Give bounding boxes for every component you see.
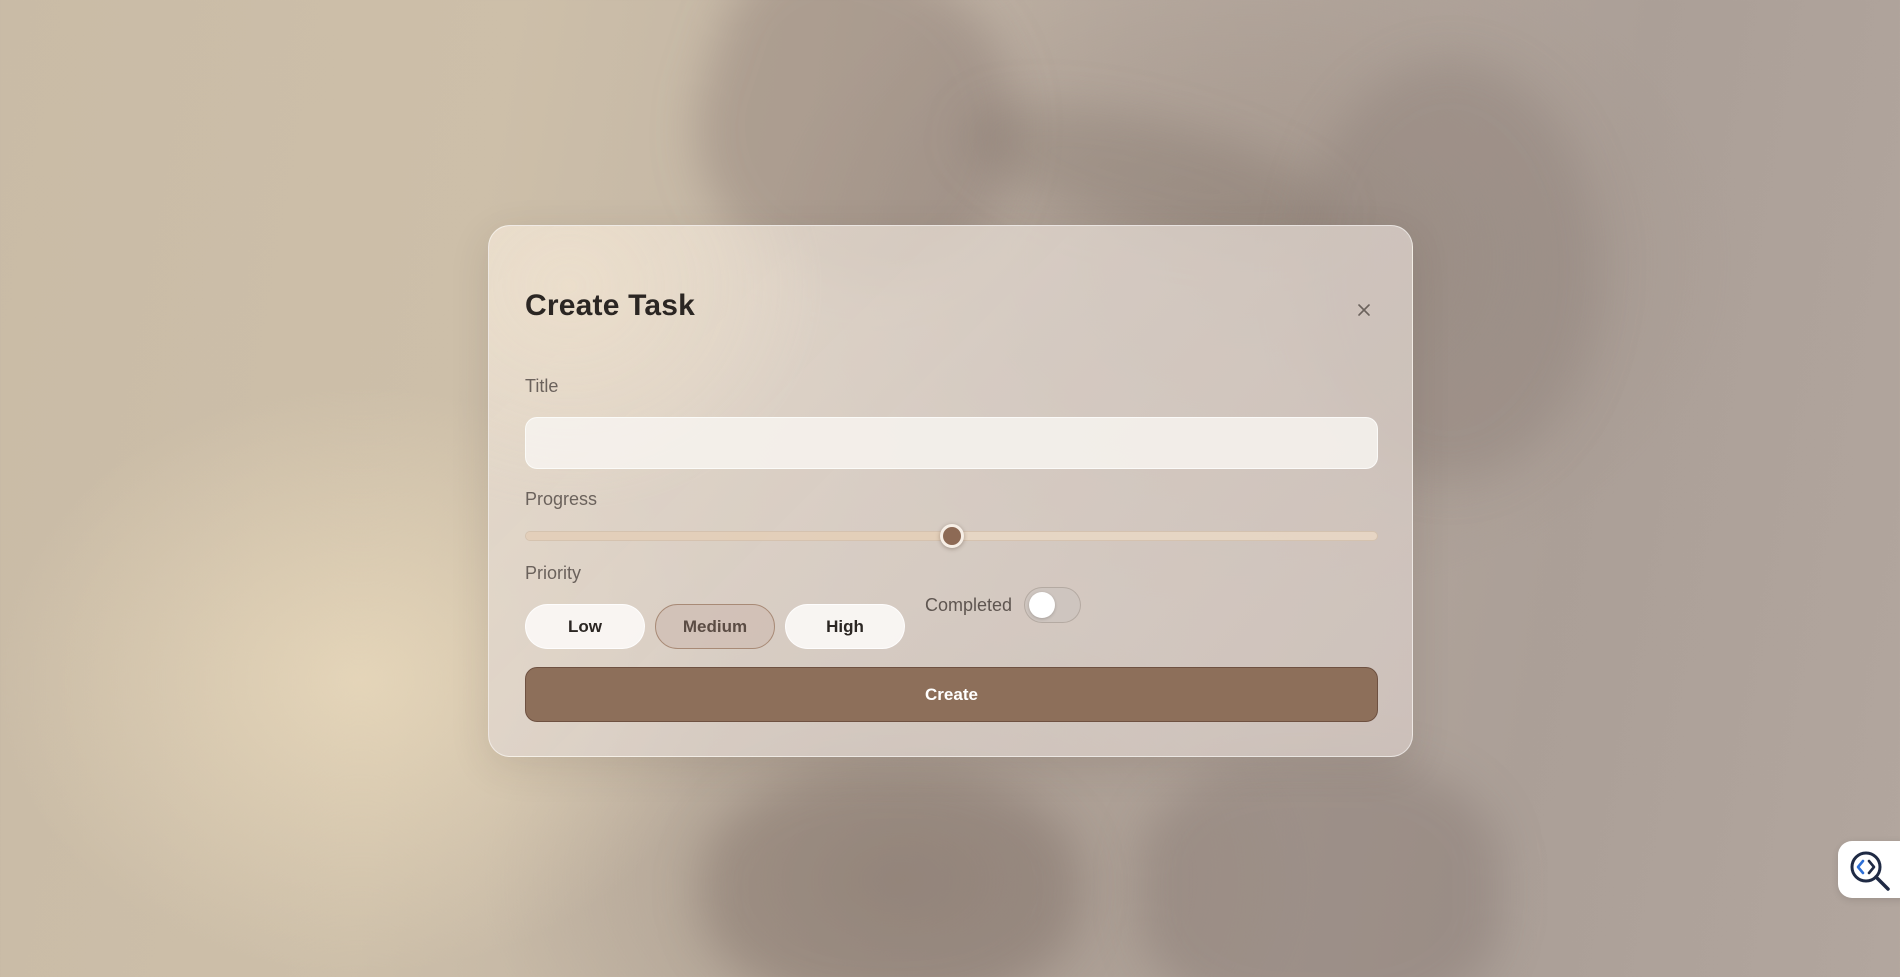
close-icon: [1358, 304, 1370, 316]
dialog-title: Create Task: [525, 289, 696, 322]
priority-high-button[interactable]: High: [785, 604, 905, 649]
completed-toggle[interactable]: [1024, 587, 1082, 623]
create-task-dialog: Create Task Title Progress Priority Low …: [488, 225, 1413, 757]
progress-slider-thumb[interactable]: [939, 524, 964, 548]
background-shadow: [700, 770, 1080, 977]
priority-options: Low Medium High: [525, 604, 905, 649]
priority-medium-button[interactable]: Medium: [655, 604, 775, 649]
close-button[interactable]: [1354, 300, 1374, 320]
title-label: Title: [525, 376, 559, 396]
toggle-knob: [1029, 592, 1056, 618]
priority-low-button[interactable]: Low: [525, 604, 645, 649]
completed-field: Completed: [925, 587, 1082, 623]
background-shadow: [1140, 760, 1500, 977]
create-button[interactable]: Create: [525, 667, 1378, 722]
progress-label: Progress: [525, 489, 598, 509]
completed-label: Completed: [925, 594, 1013, 615]
progress-slider-fill: [526, 532, 952, 540]
priority-label: Priority: [525, 563, 582, 583]
progress-slider[interactable]: [525, 524, 1378, 548]
code-search-button[interactable]: [1838, 841, 1900, 898]
code-search-icon: [1850, 851, 1890, 891]
title-input[interactable]: [525, 417, 1378, 469]
